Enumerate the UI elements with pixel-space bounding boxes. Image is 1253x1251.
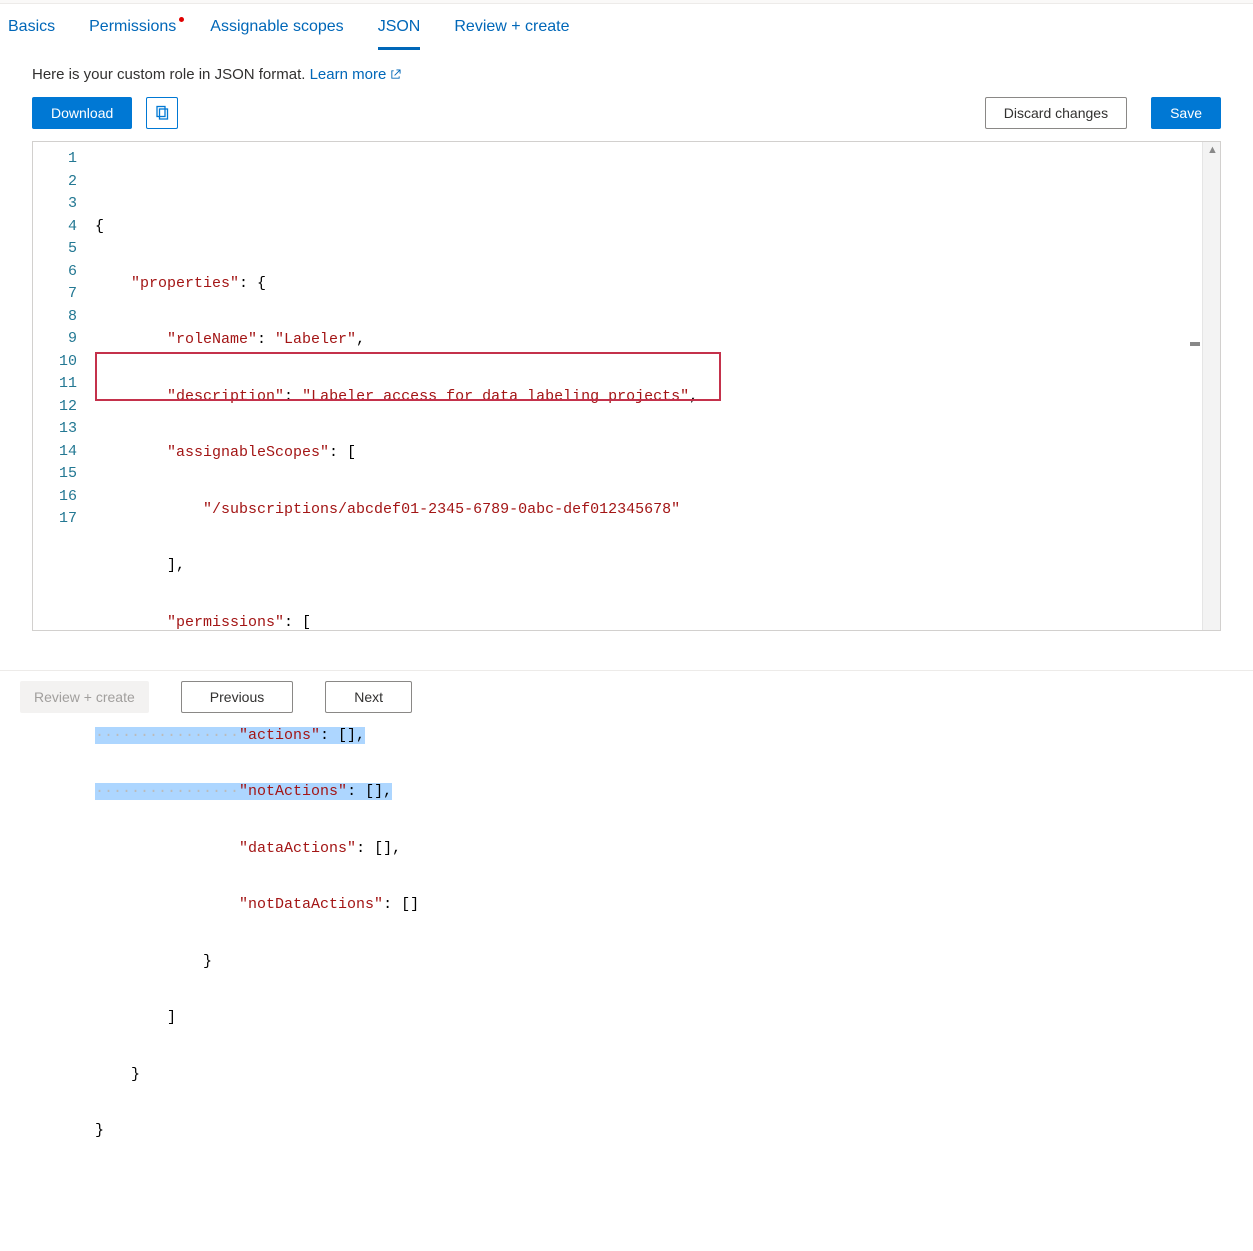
line-number: 16	[33, 486, 95, 509]
overview-ruler-mark	[1190, 342, 1200, 346]
line-number: 17	[33, 508, 95, 531]
learn-more-link[interactable]: Learn more	[310, 66, 402, 83]
code-token: "roleName"	[167, 331, 257, 348]
line-number: 1	[33, 148, 95, 171]
line-number: 13	[33, 418, 95, 441]
code-token: "notDataActions"	[239, 896, 383, 913]
tab-permissions[interactable]: Permissions	[89, 18, 176, 50]
tab-bar: Basics Permissions Assignable scopes JSO…	[0, 4, 1253, 50]
unsaved-dot-icon	[179, 17, 184, 22]
discard-changes-button[interactable]: Discard changes	[985, 97, 1127, 129]
tab-json[interactable]: JSON	[378, 18, 421, 50]
description-text: Here is your custom role in JSON format.	[32, 66, 310, 83]
code-token: "notActions"	[239, 783, 347, 800]
previous-button[interactable]: Previous	[181, 681, 293, 713]
code-token: "description"	[167, 388, 284, 405]
code-token: "dataActions"	[239, 840, 356, 857]
line-number: 2	[33, 171, 95, 194]
code-token: "permissions"	[167, 614, 284, 631]
code-token: "assignableScopes"	[167, 444, 329, 461]
code-token: "Labeler access for data labeling projec…	[302, 388, 689, 405]
vertical-scrollbar[interactable]: ▲	[1202, 142, 1220, 630]
code-token: "Labeler"	[275, 331, 356, 348]
external-link-icon	[390, 69, 401, 80]
learn-more-label: Learn more	[310, 66, 387, 83]
save-button[interactable]: Save	[1151, 97, 1221, 129]
code-token: "properties"	[131, 275, 239, 292]
line-number: 7	[33, 283, 95, 306]
tab-label: Permissions	[89, 18, 176, 35]
line-number: 5	[33, 238, 95, 261]
code-area[interactable]: { "properties": { "roleName": "Labeler",…	[95, 142, 1220, 630]
line-number: 14	[33, 441, 95, 464]
json-editor[interactable]: 1 2 3 4 5 6 7 8 9 10 11 12 13 14 15 16 1…	[32, 141, 1221, 631]
line-number: 6	[33, 261, 95, 284]
toolbar: Download Discard changes Save	[0, 97, 1253, 141]
description-row: Here is your custom role in JSON format.…	[0, 50, 1253, 97]
code-token: "/subscriptions/abcdef01-2345-6789-0abc-…	[203, 501, 680, 518]
line-number: 4	[33, 216, 95, 239]
line-number: 10	[33, 351, 95, 374]
line-number: 9	[33, 328, 95, 351]
review-create-button: Review + create	[20, 681, 149, 713]
code-token: "actions"	[239, 727, 320, 744]
download-button[interactable]: Download	[32, 97, 132, 129]
copy-button[interactable]	[146, 97, 178, 129]
copy-icon	[154, 105, 170, 121]
next-button[interactable]: Next	[325, 681, 412, 713]
line-number: 3	[33, 193, 95, 216]
tab-review-create[interactable]: Review + create	[454, 18, 569, 50]
line-number: 8	[33, 306, 95, 329]
line-number: 11	[33, 373, 95, 396]
line-gutter: 1 2 3 4 5 6 7 8 9 10 11 12 13 14 15 16 1…	[33, 142, 95, 630]
line-number: 12	[33, 396, 95, 419]
tab-assignable-scopes[interactable]: Assignable scopes	[210, 18, 343, 50]
line-number: 15	[33, 463, 95, 486]
tab-basics[interactable]: Basics	[8, 18, 55, 50]
footer-bar: Review + create Previous Next	[0, 670, 1253, 722]
scroll-up-arrow-icon[interactable]: ▲	[1207, 144, 1218, 156]
